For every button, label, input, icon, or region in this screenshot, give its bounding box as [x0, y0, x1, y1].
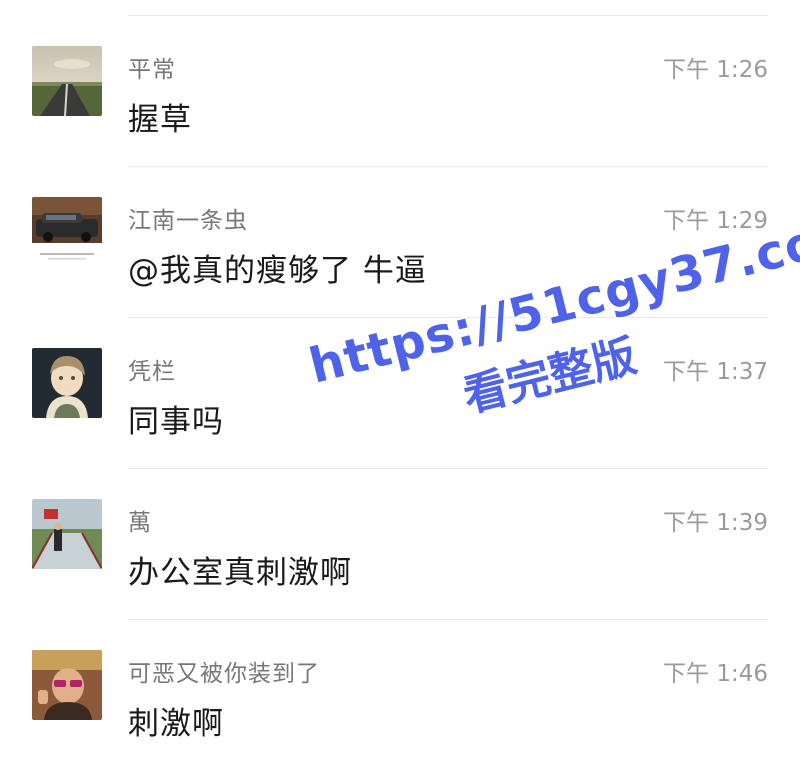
- avatar[interactable]: [32, 46, 102, 116]
- avatar[interactable]: [32, 348, 102, 418]
- person-sunglasses-avatar-image: [32, 650, 102, 720]
- commenter-name[interactable]: 凭栏: [128, 352, 176, 386]
- comment-text: @我真的瘦够了 牛逼: [128, 253, 427, 289]
- comment-item[interactable]: 平常 下午 1:26 握草: [0, 16, 800, 167]
- comment-text: 握草: [128, 102, 192, 138]
- comment-item[interactable]: 萬 下午 1:39 办公室真刺激啊: [0, 469, 800, 620]
- comment-item[interactable]: 可恶又被你装到了 下午 1:46 刺激啊: [0, 620, 800, 771]
- commenter-name[interactable]: 萬: [128, 503, 152, 537]
- commenter-name[interactable]: 平常: [128, 50, 176, 84]
- avatar[interactable]: [32, 650, 102, 720]
- comment-item[interactable]: 凭栏 下午 1:37 同事吗: [0, 318, 800, 469]
- comment-time: 下午 1:46: [663, 661, 768, 687]
- comment-time: 下午 1:39: [663, 510, 768, 536]
- commenter-name[interactable]: 江南一条虫: [128, 201, 248, 235]
- comment-time: 下午 1:37: [663, 359, 768, 385]
- comment-time: 下午 1:29: [663, 208, 768, 234]
- bridge-photo-avatar-image: [32, 499, 102, 569]
- comment-text: 同事吗: [128, 404, 224, 440]
- avatar[interactable]: [32, 499, 102, 569]
- car-photo-avatar-image: [32, 197, 102, 267]
- anime-character-avatar-image: [32, 348, 102, 418]
- comment-text: 办公室真刺激啊: [128, 555, 352, 591]
- road-landscape-avatar-image: [32, 46, 102, 116]
- avatar[interactable]: [32, 197, 102, 267]
- comment-text: 刺激啊: [128, 706, 224, 742]
- comment-list: 平常 下午 1:26 握草 江南一条虫 下午 1:29 @我真的瘦够了 牛逼 凭…: [0, 16, 800, 771]
- comment-item[interactable]: 江南一条虫 下午 1:29 @我真的瘦够了 牛逼: [0, 167, 800, 318]
- commenter-name[interactable]: 可恶又被你装到了: [128, 654, 320, 688]
- comment-time: 下午 1:26: [663, 57, 768, 83]
